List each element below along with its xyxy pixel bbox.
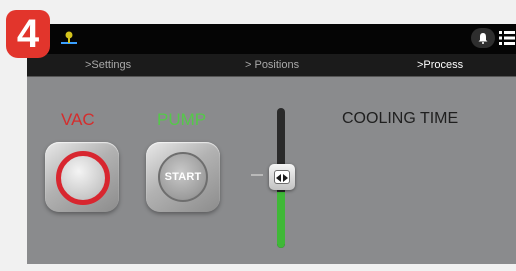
pump-start-button[interactable]: START bbox=[146, 142, 220, 212]
start-label: START bbox=[164, 171, 202, 183]
hmi-screen: >Settings > Positions >Process VAC PUMP … bbox=[27, 24, 516, 264]
vacuum-ring-icon bbox=[56, 151, 110, 205]
step-number-badge: 4 bbox=[6, 10, 50, 58]
location-pin-icon[interactable] bbox=[61, 30, 77, 46]
pump-label: PUMP bbox=[157, 110, 207, 129]
vac-label: VAC bbox=[61, 110, 95, 129]
cooling-time-slider-fill bbox=[277, 192, 285, 248]
navigation-tabs: >Settings > Positions >Process bbox=[27, 54, 516, 77]
tab-settings[interactable]: >Settings bbox=[85, 54, 131, 76]
vac-button[interactable] bbox=[45, 142, 119, 212]
top-status-bar bbox=[27, 24, 516, 54]
menu-list-icon[interactable] bbox=[499, 30, 515, 46]
slider-tick-mark bbox=[251, 174, 263, 176]
bell-icon[interactable] bbox=[471, 28, 495, 48]
tab-positions[interactable]: > Positions bbox=[245, 54, 299, 76]
start-button-face: START bbox=[158, 152, 208, 202]
slider-knob bbox=[274, 170, 290, 184]
left-right-arrows-icon bbox=[276, 174, 288, 182]
cooling-time-slider-handle[interactable] bbox=[269, 164, 295, 190]
tab-process[interactable]: >Process bbox=[417, 54, 463, 76]
cooling-time-label: COOLING TIME bbox=[342, 110, 459, 127]
